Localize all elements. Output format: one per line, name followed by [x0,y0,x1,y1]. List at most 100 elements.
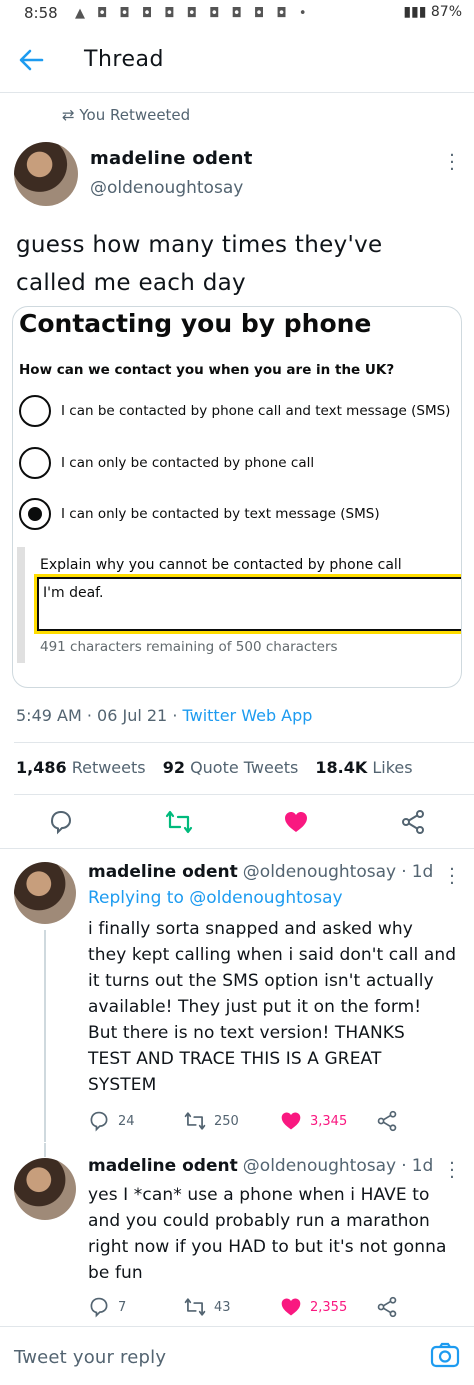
explain-label: Explain why you cannot be contacted by p… [40,557,402,573]
tweet-age: 1d [411,1156,434,1176]
author-handle[interactable]: @oldenoughtosay [243,862,396,882]
tweet-text-line: called me each day [16,270,246,296]
reply-text: yes I *can* use a phone when i HAVE to a… [88,1182,460,1286]
reply-icon[interactable] [48,809,74,835]
retweets-label[interactable]: Retweets [72,758,146,777]
more-options-icon[interactable]: · · · [448,1155,456,1187]
tweet-text: guess how many times they've called me e… [16,226,456,302]
like-icon-filled[interactable] [280,1110,302,1136]
reply-text: i finally sorta snapped and asked why th… [88,916,460,1098]
replying-to-handle[interactable]: @oldenoughtosay [189,888,342,908]
reply-text-line: it turns out the SMS option isn't actual… [88,971,434,991]
reply-header: madeline odent @oldenoughtosay · 1d [88,862,433,882]
explain-textbox: I'm deaf. [34,574,461,634]
tweet-age: 1d [411,862,434,882]
more-options-icon[interactable]: · · · [448,861,456,893]
author-name[interactable]: madeline odent [88,1156,238,1176]
author-name[interactable]: madeline odent [90,148,253,169]
header-divider [0,92,474,93]
status-right: ▮▮▮ 87% [403,4,462,20]
radio-label: I can only be contacted by phone call [61,455,315,471]
reply-text-line: they kept calling when i said don't call… [88,945,457,965]
radio-button-selected [19,498,51,530]
likes-label[interactable]: Likes [372,758,412,777]
replying-to: Replying to @oldenoughtosay [88,888,343,908]
meta-divider [14,742,474,743]
author-handle[interactable]: @oldenoughtosay [243,1156,396,1176]
author-name[interactable]: madeline odent [88,862,238,882]
thread-connector [44,1143,46,1157]
back-arrow-icon[interactable] [14,46,50,74]
like-icon-filled[interactable] [280,1296,302,1322]
share-icon[interactable] [376,1296,398,1322]
reply-text-line: yes I *can* use a phone when i HAVE to [88,1185,430,1205]
notification-icons: ▲ ◘ ◘ ◘ ◘ ◘ ◘ ◘ ◘ ◘ • [75,6,311,21]
tweet-meta: 5:49 AM · 06 Jul 21 · Twitter Web App [16,706,313,725]
dot-separator: · [401,862,407,882]
tweet-date: 06 Jul 21 [97,706,168,725]
reply-text-line: be fun [88,1263,143,1283]
avatar[interactable] [14,142,78,206]
thread-connector [44,930,46,1142]
retweet-count: 250 [214,1114,239,1129]
reply-text-line: SYSTEM [88,1075,157,1095]
reply-input[interactable]: Tweet your reply [14,1347,166,1368]
author-handle[interactable]: @oldenoughtosay [90,178,243,198]
reply-text-line: available! They just put it on the form! [88,997,422,1017]
tweet-time: 5:49 AM [16,706,82,725]
reply-text-line: right now if you HAD to but it's not gon… [88,1237,447,1257]
form-question: How can we contact you when you are in t… [19,362,395,378]
tweet-image[interactable]: Contacting you by phone How can we conta… [12,306,462,688]
page-title: Thread [84,47,164,72]
reply-count: 7 [118,1300,127,1315]
share-icon[interactable] [376,1110,398,1136]
retweet-icon[interactable] [184,1296,206,1322]
tweet-stats: 1,486 Retweets 92 Quote Tweets 18.4K Lik… [16,758,413,777]
status-bar: 8:58 ▲ ◘ ◘ ◘ ◘ ◘ ◘ ◘ ◘ ◘ • ▮▮▮ 87% [0,0,474,28]
reply-text-line: i finally sorta snapped and asked why [88,919,413,939]
reply-header: madeline odent @oldenoughtosay · 1d [88,1156,433,1176]
quotes-label[interactable]: Quote Tweets [190,758,298,777]
reply-icon[interactable] [88,1110,110,1136]
retweet-icon[interactable] [184,1110,206,1136]
dot-separator: · [401,1156,407,1176]
reply-text-line: But there is no text version! THANKS [88,1023,405,1043]
radio-button [19,395,51,427]
tweet-text-line: guess how many times they've [16,232,383,258]
reply-count: 24 [118,1114,135,1129]
reply-text-line: and you could probably run a marathon [88,1211,430,1231]
character-count: 491 characters remaining of 500 characte… [40,639,338,655]
reply-icon[interactable] [88,1296,110,1322]
battery-level: 87% [430,4,462,20]
replying-prefix: Replying to [88,888,184,908]
avatar[interactable] [14,862,76,924]
avatar[interactable] [14,1158,76,1220]
likes-count[interactable]: 18.4K [315,758,367,777]
actions-divider [0,848,474,849]
radio-label: I can be contacted by phone call and tex… [61,403,451,419]
explain-value: I'm deaf. [43,585,104,601]
tweet-source-link[interactable]: Twitter Web App [183,706,313,725]
retweets-count[interactable]: 1,486 [16,758,67,777]
like-count: 3,345 [310,1114,348,1129]
radio-label: I can only be contacted by text message … [61,506,380,522]
quotes-count[interactable]: 92 [163,758,185,777]
reply-actions: 24 250 3,345 [88,1110,448,1134]
radio-dot [28,507,42,521]
camera-icon[interactable] [430,1342,460,1368]
like-count: 2,355 [310,1300,348,1315]
retweet-icon[interactable] [165,809,193,835]
reply-text-line: TEST AND TRACE THIS IS A GREAT [88,1049,382,1069]
like-icon-filled[interactable] [283,809,309,835]
status-time: 8:58 [24,4,58,22]
form-title: Contacting you by phone [19,309,372,338]
retweet-context: ⇄ You Retweeted [62,106,190,124]
radio-button [19,447,51,479]
share-icon[interactable] [400,809,426,835]
retweet-count: 43 [214,1300,231,1315]
retweet-small-icon: ⇄ [62,106,80,124]
reply-bar-divider [0,1326,474,1327]
retweet-context-label: You Retweeted [79,106,191,124]
stats-divider [14,794,474,795]
more-options-icon[interactable]: · · · [448,147,456,179]
